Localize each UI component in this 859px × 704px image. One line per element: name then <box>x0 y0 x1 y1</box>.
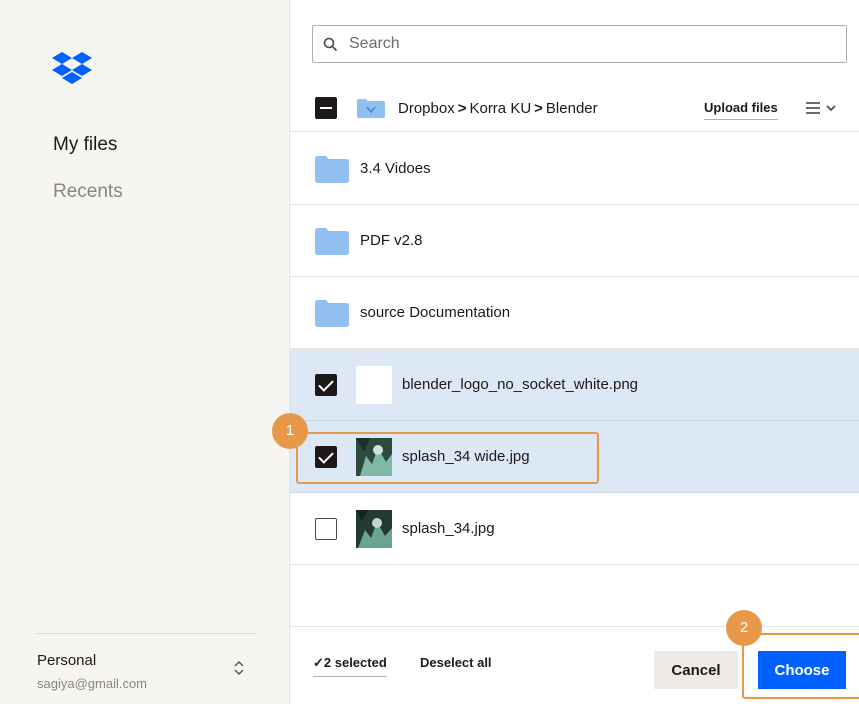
nav-my-files[interactable]: My files <box>53 134 117 156</box>
file-name: splash_34.jpg <box>402 520 495 537</box>
breadcrumb: Dropbox > Korra KU > Blender <box>398 100 598 117</box>
list-item[interactable]: splash_34 wide.jpg <box>290 421 859 493</box>
search-icon <box>323 37 338 52</box>
file-name: 3.4 Vidoes <box>360 160 431 177</box>
footer-bar: ✓2 selected Deselect all Cancel Choose <box>290 626 859 704</box>
deselect-all-link[interactable]: Deselect all <box>420 655 492 670</box>
list-view-icon[interactable] <box>804 98 844 118</box>
toolbar: Dropbox > Korra KU > Blender Upload files <box>290 88 859 132</box>
folder-icon <box>315 300 349 327</box>
choose-button[interactable]: Choose <box>758 651 846 689</box>
account-name: Personal <box>37 652 97 669</box>
step-badge-1: 1 <box>272 413 308 449</box>
list-item[interactable]: splash_34.jpg <box>290 493 859 565</box>
breadcrumb-blender: Blender <box>545 100 598 117</box>
image-thumbnail-icon <box>356 510 392 548</box>
breadcrumb-korra-ku[interactable]: Korra KU <box>469 100 531 117</box>
cancel-button[interactable]: Cancel <box>654 651 738 689</box>
account-divider <box>37 633 257 634</box>
file-name: PDF v2.8 <box>360 232 423 249</box>
image-thumbnail-icon <box>356 438 392 476</box>
sidebar: My files Recents Personal sagiya@gmail.c… <box>0 0 290 704</box>
nav-recents[interactable]: Recents <box>53 181 123 203</box>
list-item[interactable]: PDF v2.8 <box>290 205 859 277</box>
row-checkbox[interactable] <box>315 518 337 540</box>
account-email: sagiya@gmail.com <box>37 676 148 691</box>
file-list: 3.4 Vidoes PDF v2.8 source Documentation… <box>290 133 859 565</box>
search-bar[interactable] <box>312 25 847 63</box>
folder-icon <box>315 228 349 255</box>
shared-folder-icon <box>357 99 385 118</box>
select-all-checkbox[interactable] <box>315 97 337 119</box>
selected-count-toggle[interactable]: ✓2 selected <box>313 655 387 677</box>
file-browser: Dropbox>Korra KU>Blender Upload files 3.… <box>290 0 859 704</box>
file-name: source Documentation <box>360 304 511 321</box>
list-item[interactable]: source Documentation <box>290 277 859 349</box>
breadcrumb-separator: > <box>534 100 543 117</box>
list-item[interactable]: 3.4 Vidoes <box>290 133 859 205</box>
search-input[interactable] <box>349 32 829 56</box>
file-name: blender_logo_no_socket_white.png <box>402 376 639 393</box>
row-checkbox[interactable] <box>315 374 337 396</box>
image-thumbnail-icon <box>356 366 392 404</box>
breadcrumb-separator: > <box>457 100 467 117</box>
breadcrumb-dropbox[interactable]: Dropbox <box>398 100 455 117</box>
list-item[interactable]: blender_logo_no_socket_white.png <box>290 349 859 421</box>
row-checkbox[interactable] <box>315 446 337 468</box>
account-switcher[interactable]: Personal sagiya@gmail.com <box>37 652 257 696</box>
step-badge-2: 2 <box>726 610 762 646</box>
chevron-up-down-icon[interactable] <box>233 658 245 678</box>
folder-icon <box>315 156 349 183</box>
file-name: splash_34 wide.jpg <box>402 448 530 465</box>
upload-files-button[interactable]: Upload files <box>704 100 778 120</box>
dropbox-logo-icon[interactable] <box>52 52 92 86</box>
